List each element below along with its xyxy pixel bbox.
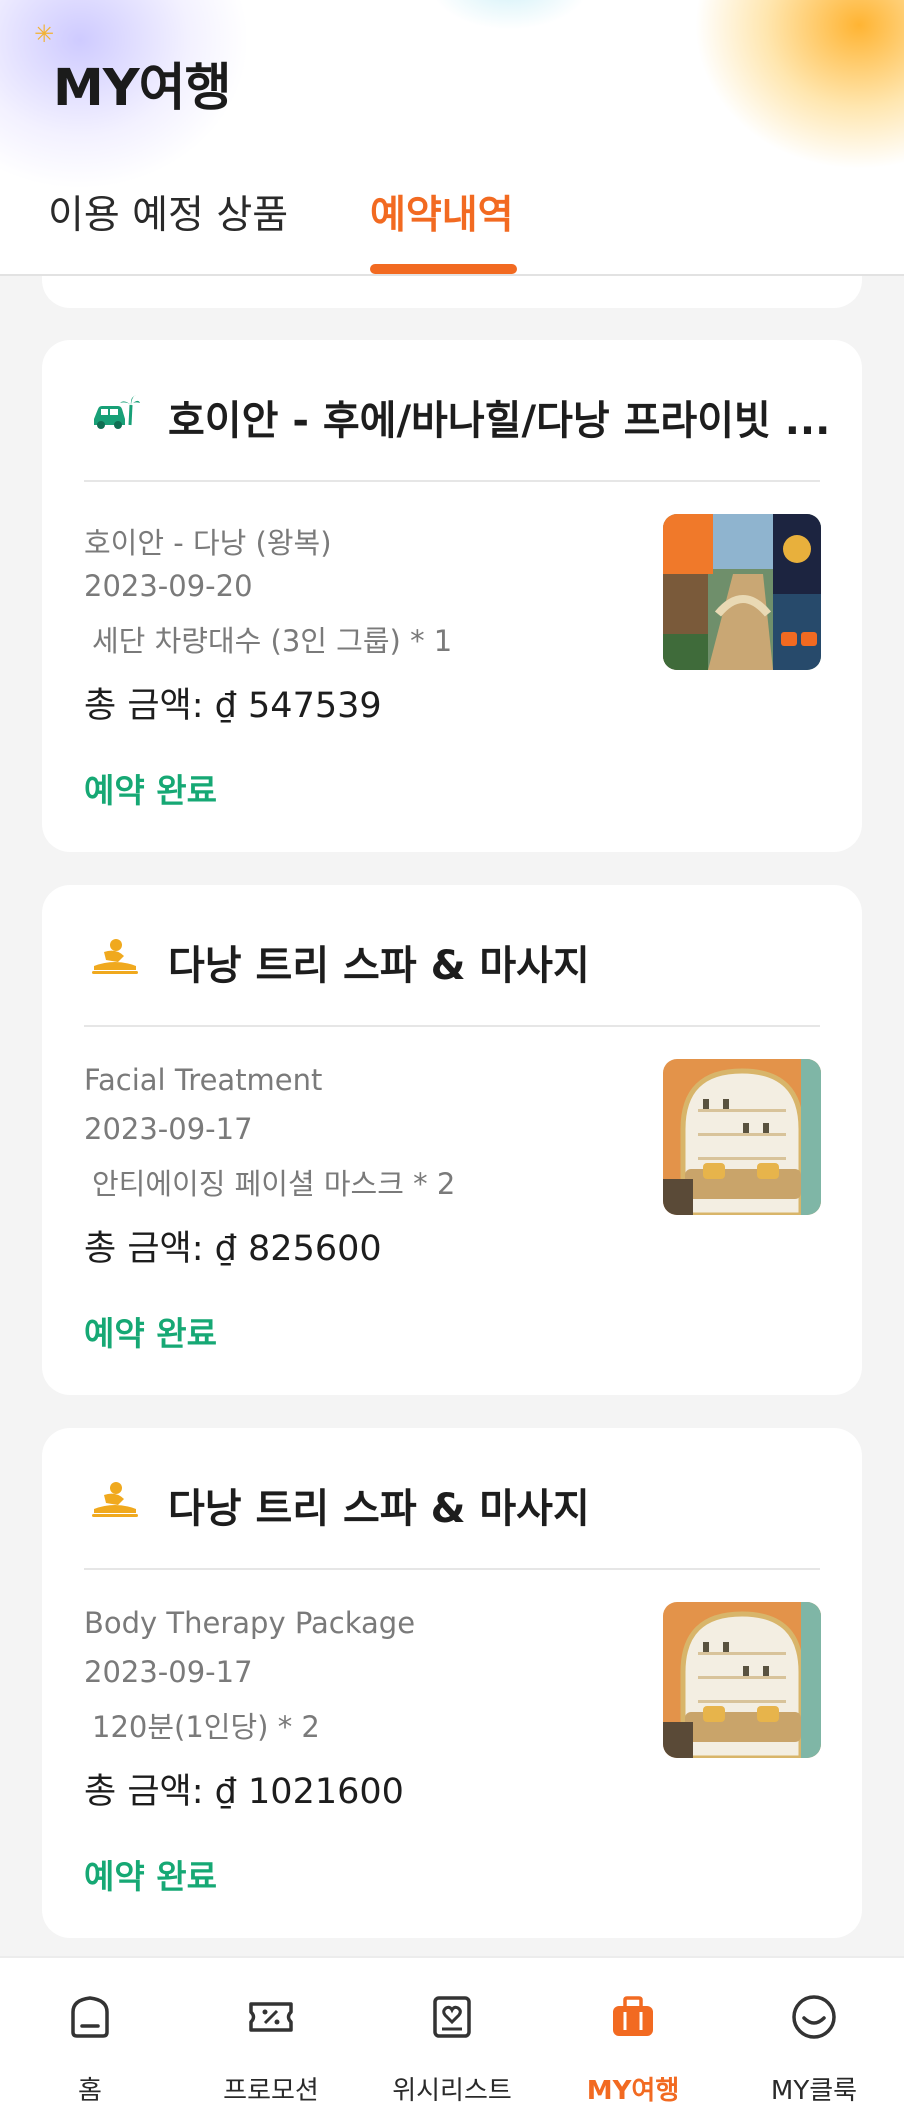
nav-label: MY클룩 <box>770 2076 858 2106</box>
spa-massage-icon <box>92 939 138 974</box>
card-divider <box>84 1025 820 1027</box>
smiley-profile-icon <box>792 1995 836 2039</box>
card-divider <box>84 480 820 482</box>
danang-tour-collage-image[interactable] <box>663 514 821 670</box>
booking-total: 총 금액: ₫ 825600 <box>84 1229 382 1269</box>
booking-card[interactable]: 다낭 트리 스파 & 마사지 Body Therapy Package 2023… <box>42 1428 862 1938</box>
booking-option: 안티에이징 페이셜 마스크 * 2 <box>92 1167 456 1201</box>
header-glow-right <box>694 0 904 170</box>
booking-option: 세단 차량대수 (3인 그룹) * 1 <box>92 624 453 658</box>
promotion-ticket-icon <box>249 2002 293 2032</box>
page-header: ✳ MY여행 이용 예정 상품 예약내역 <box>0 0 904 276</box>
nav-label: 홈 <box>78 2076 102 2106</box>
nav-label: 프로모션 <box>223 2076 319 2106</box>
wishlist-heart-icon <box>433 1996 471 2038</box>
page-title: MY여행 <box>53 59 232 118</box>
card-divider <box>84 1568 820 1570</box>
booking-title[interactable]: 다낭 트리 스파 & 마사지 <box>168 933 590 991</box>
spa-massage-icon <box>92 1482 138 1517</box>
spa-lounge-image[interactable] <box>663 1059 821 1215</box>
booking-card[interactable]: 호이안 - 후에/바나힐/다낭 프라이빗 ... 호이안 - 다낭 (왕복) 2… <box>42 340 862 852</box>
nav-item-my-klook[interactable]: MY클룩 <box>724 1958 904 2107</box>
booking-product-name: Body Therapy Package <box>84 1606 416 1640</box>
nav-item-home[interactable]: 홈 <box>0 1958 180 2107</box>
nav-label: 위시리스트 <box>392 2076 512 2106</box>
booking-total: 총 금액: ₫ 1021600 <box>84 1772 404 1812</box>
booking-status: 예약 완료 <box>84 1314 217 1353</box>
booking-product-name: 호이안 - 다낭 (왕복) <box>84 526 332 560</box>
tab-upcoming-products[interactable]: 이용 예정 상품 <box>48 184 288 240</box>
nav-item-promotion[interactable]: 프로모션 <box>181 1958 361 2107</box>
booking-product-name: Facial Treatment <box>84 1063 323 1097</box>
booking-option: 120분(1인당) * 2 <box>92 1710 320 1744</box>
tab-booking-history[interactable]: 예약내역 <box>370 184 514 240</box>
sparkle-icon: ✳ <box>34 20 55 48</box>
car-palm-icon <box>94 395 140 429</box>
home-icon <box>71 1996 109 2038</box>
bottom-navigation: 홈 프로모션 위시리스트 MY여행 MY클룩 <box>0 1956 904 2107</box>
booking-status: 예약 완료 <box>84 1857 217 1896</box>
nav-item-my-trip[interactable]: MY여행 <box>543 1958 723 2107</box>
nav-item-wishlist[interactable]: 위시리스트 <box>362 1958 542 2107</box>
suitcase-icon <box>613 1996 653 2036</box>
spa-lounge-image[interactable] <box>663 1602 821 1758</box>
booking-card[interactable]: 다낭 트리 스파 & 마사지 Facial Treatment 2023-09-… <box>42 885 862 1395</box>
active-tab-indicator <box>370 264 517 274</box>
booking-date: 2023-09-17 <box>84 1655 253 1689</box>
booking-status: 예약 완료 <box>84 771 217 810</box>
booking-title[interactable]: 호이안 - 후에/바나힐/다낭 프라이빗 ... <box>168 388 828 446</box>
booking-total: 총 금액: ₫ 547539 <box>84 686 382 726</box>
booking-date: 2023-09-17 <box>84 1112 253 1146</box>
booking-title[interactable]: 다낭 트리 스파 & 마사지 <box>168 1476 590 1534</box>
booking-date: 2023-09-20 <box>84 569 253 603</box>
nav-label: MY여행 <box>586 2076 680 2106</box>
header-glow-mid <box>430 0 590 30</box>
